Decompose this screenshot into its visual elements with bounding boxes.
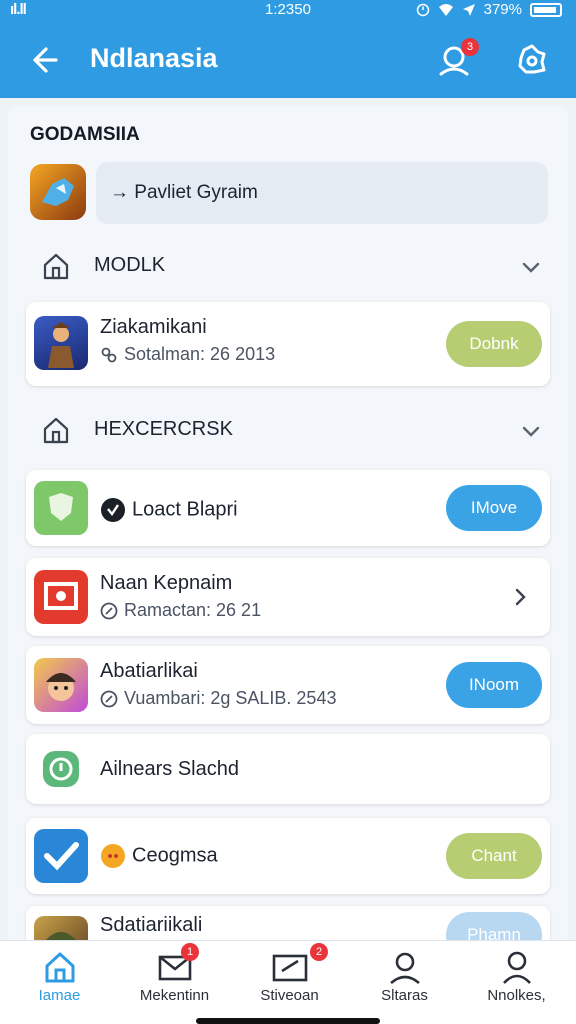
warning-badge-icon [101,844,125,868]
home-icon [43,253,69,280]
notifications-button[interactable]: 3 [436,38,479,80]
clock-icon [100,602,118,620]
item-title-text: Ceogmsa [132,844,218,867]
settings-icon[interactable] [512,40,552,80]
check-circle-icon [101,498,125,522]
item-title: Ailnears Slachd [100,758,239,780]
profile-icon [503,951,531,984]
tab-label: Stiveoan [260,987,319,1004]
item-title: Loact Blapri [100,497,238,523]
creature-icon [42,178,74,206]
group-label: MODLK [94,254,166,276]
list-item[interactable]: Ceogmsa Chant [26,818,550,894]
battery-percent: 379% [483,1,522,18]
clock-icon [100,690,118,708]
warrior-icon [48,322,74,368]
tab-compose[interactable]: 2 Stiveoan [232,941,347,1024]
item-subtitle-text: Ramactan: 26 21 [124,600,262,620]
item-subtitle-text: Vuambari: 2g SALIB. 2543 [124,688,337,708]
search-text: Pavliet Gyraim [134,182,258,203]
top-app-bar: ıl.ll 1:2350 379% Ndlanasia 3 [0,0,576,98]
shield-icon [49,493,73,521]
status-bar: ıl.ll 1:2350 379% [0,0,576,20]
tab-search[interactable]: Sltaras [347,941,462,1024]
group-header-modlk[interactable]: MODLK [30,244,550,288]
group-header-hexcercrsk[interactable]: HEXCERCRSK [30,408,550,452]
item-title: Ziakamikani [100,316,207,338]
battery-icon [530,2,562,17]
app-icon [34,570,88,624]
item-action-button[interactable]: INoom [446,662,542,708]
link-icon [101,347,117,363]
app-icon [34,658,88,712]
app-title: Ndlanasia [90,43,218,73]
item-subtitle: Sotalman: 26 2013 [100,344,275,365]
item-subtitle: Ramactan: 26 21 [100,600,261,621]
person-search-icon [390,952,420,985]
status-right: 379% [416,1,562,18]
home-indicator [196,1018,380,1024]
wifi-icon [438,3,453,16]
app-icon [34,742,88,796]
tab-badge: 1 [181,943,199,961]
chevron-down-icon [522,426,540,437]
section-title: GODAMSIIA [30,124,140,145]
alarm-icon [416,3,429,16]
content-panel: GODAMSIIA → Pavliet Gyraim MODLK Ziakami… [8,106,568,946]
item-title: Ceogmsa [100,843,218,869]
list-item[interactable]: Naan Kepnaim Ramactan: 26 21 [26,558,550,636]
group-label: HEXCERCRSK [94,418,233,440]
list-item[interactable]: Abatiarlikai Vuambari: 2g SALIB. 2543 IN… [26,646,550,724]
notification-badge: 3 [461,38,479,56]
tab-profile[interactable]: Nnolkes, [459,941,574,1024]
item-action-button[interactable]: Chant [446,833,542,879]
app-icon [34,829,88,883]
tab-label: Sltaras [381,987,428,1004]
chevron-right-icon [515,588,526,606]
chevron-down-icon [522,262,540,273]
character-icon [46,673,76,701]
search-field[interactable]: → Pavliet Gyraim [96,162,548,224]
tab-label: Iamae [38,987,81,1004]
compose-icon [272,954,308,982]
tab-home[interactable]: Iamae [2,941,117,1024]
featured-app-icon[interactable] [30,164,86,220]
bottom-tab-bar: Iamae 1 Mekentinn 2 Stiveoan Sltaras Nno… [0,940,576,1024]
item-subtitle: Vuambari: 2g SALIB. 2543 [100,688,336,709]
list-item[interactable]: Ziakamikani Sotalman: 26 2013 Dobnk [26,302,550,386]
item-action-button[interactable]: Dobnk [446,321,542,367]
list-item[interactable]: Ailnears Slachd [26,734,550,804]
tab-label: Mekentinn [139,987,210,1004]
home-icon [43,417,69,444]
search-arrow-icon: → [110,182,129,203]
arrow-left-icon[interactable] [26,42,62,78]
item-title: Naan Kepnaim [100,572,233,594]
info-icon [43,751,79,787]
search-row: → Pavliet Gyraim [30,160,550,226]
nav-row: Ndlanasia 3 [0,30,576,88]
item-title: Abatiarlikai [100,660,198,682]
tab-label: Nnolkes, [487,987,546,1004]
tab-badge: 2 [310,943,328,961]
frame-icon [44,582,78,610]
app-icon [34,481,88,535]
checkbox-icon [44,842,79,871]
home-icon [45,952,75,983]
list-item[interactable]: Loact Blapri IMove [26,470,550,546]
item-title-text: Loact Blapri [132,498,238,521]
item-action-button[interactable]: IMove [446,485,542,531]
location-icon [462,3,475,16]
item-subtitle-text: Sotalman: 26 2013 [124,344,276,364]
item-title: Sdatiariikali [100,914,203,936]
app-icon [34,316,88,370]
tab-messages[interactable]: 1 Mekentinn [117,941,232,1024]
